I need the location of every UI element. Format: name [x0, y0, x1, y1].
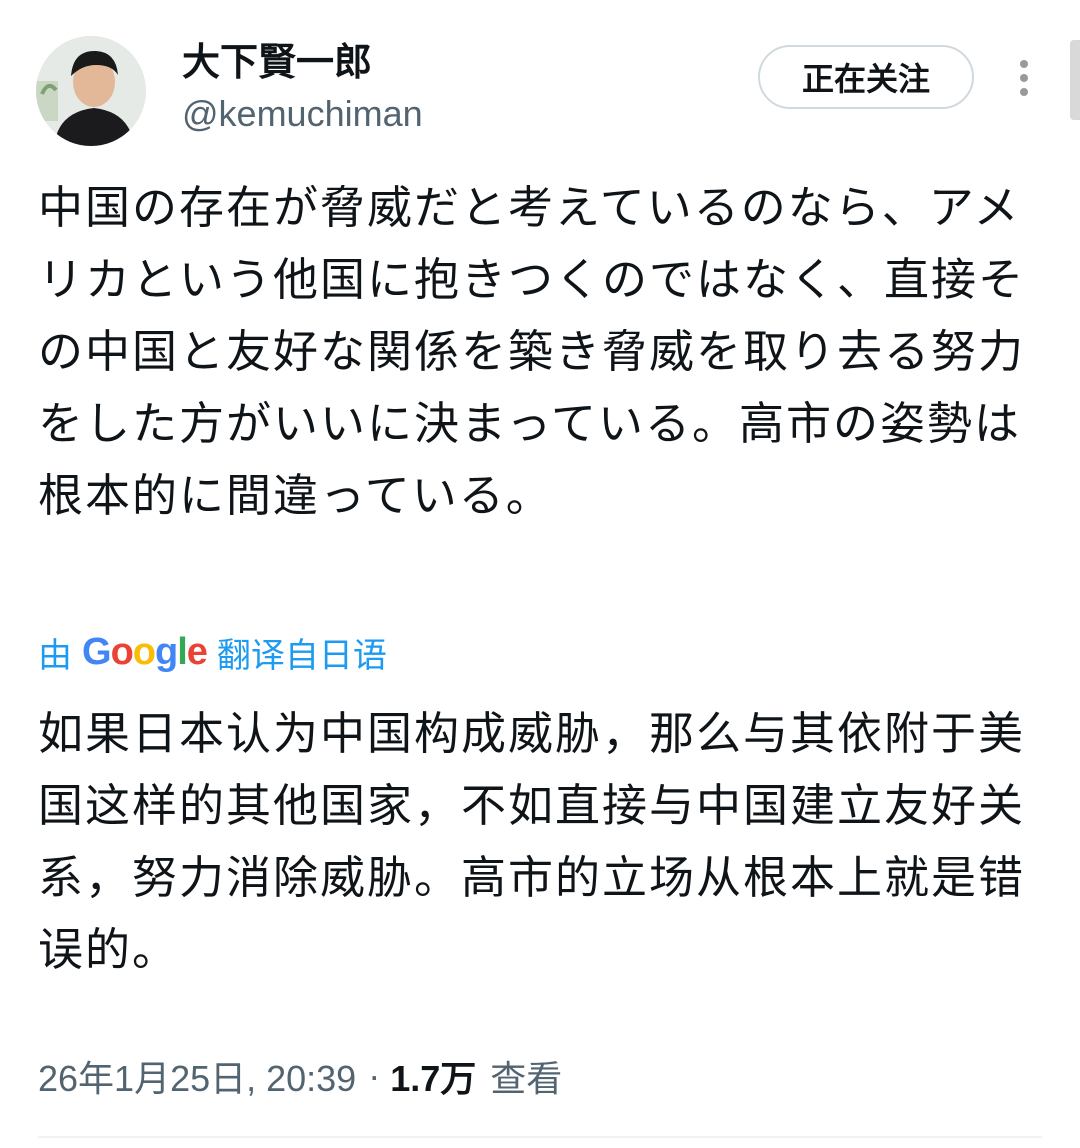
following-button[interactable]: 正在关注	[758, 45, 974, 109]
timestamp[interactable]: 26年1月25日, 20:39	[38, 1050, 356, 1102]
meta-separator: ·	[368, 1055, 381, 1096]
translation-attribution[interactable]: 由 Google 翻译自日语	[38, 628, 387, 676]
translation-prefix: 由	[38, 635, 72, 676]
tweet-text: 中国の存在が脅威だと考えているのなら、アメリカという他国に抱きつくのではなく、直…	[38, 181, 1026, 522]
divider	[38, 1136, 1042, 1138]
views-label: 查看	[490, 1058, 563, 1099]
google-logo-letter: o	[132, 630, 156, 673]
avatar[interactable]	[36, 36, 146, 146]
translation-suffix: 翻译自日语	[216, 635, 387, 676]
google-logo: Google	[82, 630, 208, 674]
google-logo-letter: o	[110, 630, 134, 673]
google-logo-letter: G	[82, 630, 112, 673]
google-logo-letter: g	[155, 630, 178, 673]
google-logo-letter: e	[186, 630, 208, 673]
avatar-photo	[36, 36, 146, 146]
author-handle[interactable]: @kemuchiman	[182, 92, 423, 136]
author-display-name[interactable]: 大下賢一郎	[182, 38, 372, 86]
translated-text: 如果日本认为中国构成威胁，那么与其依附于美国这样的其他国家，不如直接与中国建立友…	[38, 707, 1026, 976]
tweet-meta: 26年1月25日, 20:39 · 1.7万 查看	[38, 1050, 562, 1102]
views-count[interactable]: 1.7万	[390, 1050, 476, 1102]
google-logo-letter: l	[177, 630, 188, 673]
more-vertical-icon[interactable]	[1006, 58, 1042, 98]
scrollbar[interactable]	[1070, 40, 1080, 120]
